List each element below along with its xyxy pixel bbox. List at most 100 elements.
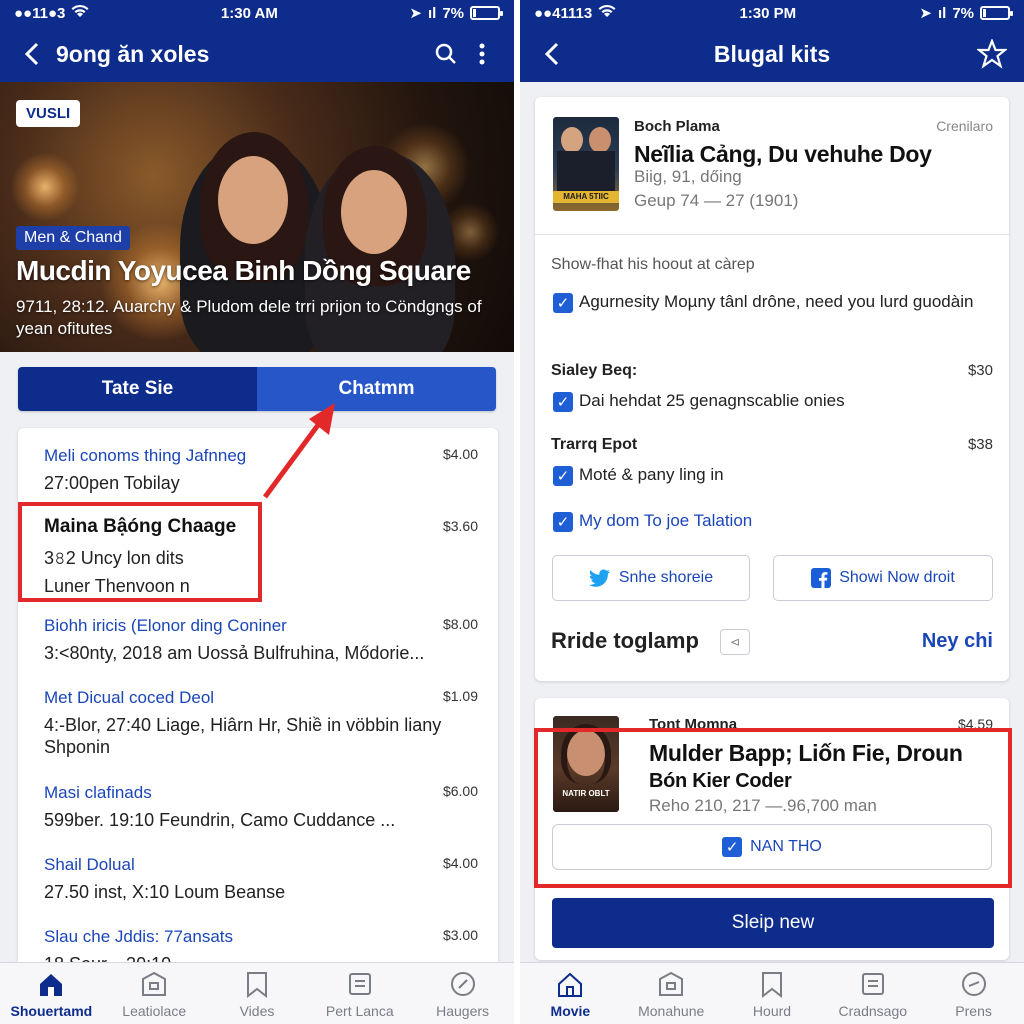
list-item-title: Slau che Jddis: 77ansats (44, 927, 234, 946)
bottom-nav: Shouertamd Leatiolace Vides Pert Lanca H… (0, 962, 514, 1024)
compass-icon (961, 971, 986, 996)
movie-poster: MAHA 5TIIC (553, 117, 619, 211)
list-item-title: Met Dicual coced Deol (44, 688, 215, 707)
bookmark-icon (246, 971, 267, 998)
nav-item-monahune[interactable]: Monahune (621, 963, 722, 1024)
signal-icon: ıl (427, 4, 437, 22)
nav-item-haugers[interactable]: Haugers (411, 963, 514, 1024)
bottom-nav: Movie Monahune Hourd Cradnsago Prens (520, 962, 1024, 1024)
list-item[interactable]: Met Dicual coced Deol $1.09 4:-Blor, 27:… (18, 678, 498, 778)
app-bar: Blugal kits (520, 26, 1024, 82)
hero-banner[interactable]: VUSLI Men & Chand Mucdin Yoyucea Binh Dồ… (0, 82, 514, 352)
list-item-subtitle: 3:<80nty, 2018 am Uossả Bulfruhina, Mődo… (44, 643, 425, 663)
option-label: Moté & pany ling in (579, 465, 724, 484)
facebook-share-button[interactable]: Showi Now droit (773, 555, 993, 601)
battery-percent: 7% (442, 4, 464, 22)
section-price: $38 (967, 436, 993, 453)
list-item-subtitle: 4:-Blor, 27:40 Liage, Hiârn Hr, Shiề in … (44, 715, 442, 757)
row-link[interactable]: Ney chi (922, 630, 993, 653)
location-icon: ➤ (919, 5, 932, 22)
option-label: My dom To joe Talation (579, 511, 753, 530)
row-title: Rride toglamp (551, 628, 699, 653)
nav-label: Pert Lanca (325, 1002, 394, 1019)
carrier-label: ●●11●3 (14, 4, 66, 22)
nav-label: Movie (550, 1002, 591, 1019)
page-title: Blugal kits (713, 40, 831, 67)
facebook-icon (811, 568, 832, 588)
hero-title: Mucdin Yoyucea Binh Dồng Square (16, 255, 471, 286)
list-item[interactable]: Shail Dolual $4.00 27.50 inst, X:10 Loum… (18, 845, 498, 917)
back-arrow-icon[interactable] (14, 36, 50, 72)
list-item-subtitle: 27.50 inst, X:10 Loum Beanse (44, 882, 286, 902)
list-item-title: Shail Dolual (44, 855, 135, 874)
status-bar: ●●41113 1:30 PM ➤ ıl 7% (520, 0, 1024, 26)
card-meta: Biig, 91, dőing (634, 167, 742, 186)
nav-item-movie[interactable]: Movie (520, 963, 621, 1024)
right-phone-screen: ●●41113 1:30 PM ➤ ıl 7% Blugal kits MAHA… (520, 0, 1024, 1024)
back-arrow-icon[interactable] (534, 36, 570, 72)
list-item-title: Biohh iricis (Elonor ding Coniner (44, 616, 287, 635)
status-time: 1:30 AM (220, 4, 278, 22)
nav-label: Vides (239, 1002, 275, 1019)
nav-item-cradnsago[interactable]: Cradnsago (822, 963, 923, 1024)
twitter-share-button[interactable]: Snhe shoreie (552, 555, 750, 601)
wifi-icon (71, 4, 89, 22)
checkbox-checked[interactable]: ✓ (553, 293, 573, 313)
checkbox-checked[interactable]: ✓ (553, 512, 573, 532)
tab-tate-sie[interactable]: Tate Sie (18, 367, 257, 411)
checkbox-checked[interactable]: ✓ (553, 392, 573, 412)
more-vert-icon[interactable] (464, 36, 500, 72)
hero-badge: VUSLI (16, 100, 81, 127)
nav-item-prens[interactable]: Prens (923, 963, 1024, 1024)
battery-icon (470, 6, 503, 20)
nav-label: Prens (955, 1002, 992, 1019)
nav-label: Haugers (436, 1002, 490, 1019)
card-meta: Geup 74 — 27 (1901) (634, 191, 799, 210)
bookmark-icon (761, 971, 782, 998)
section-label: Trarrq Epot (551, 436, 638, 453)
light-glow (10, 152, 80, 222)
nav-item-vides[interactable]: Vides (206, 963, 309, 1024)
page-title: 9ong ăn xoles (56, 40, 210, 67)
list-item-subtitle: 599ber. 19:10 Feundrin, Camo Cuddance ..… (44, 810, 396, 830)
card-title: Neĩlia Cảng, Du vehuhe Doy (634, 141, 932, 167)
list-item[interactable]: Masi clafinads $6.00 599ber. 19:10 Feund… (18, 773, 498, 845)
poster-label: MAHA 5TIIC (553, 191, 619, 203)
nav-item-hourd[interactable]: Hourd (722, 963, 823, 1024)
list-item[interactable]: Biohh iricis (Elonor ding Coniner $8.00 … (18, 606, 498, 684)
divider (535, 234, 1009, 235)
highlight-box (18, 502, 262, 602)
annotation-arrow (262, 403, 335, 499)
nav-item-pert-lanca[interactable]: Pert Lanca (308, 963, 411, 1024)
card-kicker: Boch Plama (634, 118, 720, 135)
option-label: Dai hehdat 25 genagnscablie onies (579, 391, 845, 410)
carrier-label: ●●41113 (534, 4, 593, 22)
list-item-price: $6.00 (442, 783, 478, 799)
tag-icon[interactable]: ⊲ (720, 629, 750, 655)
highlight-box (534, 728, 1012, 888)
status-bar: ●●11●3 1:30 AM ➤ ıl 7% (0, 0, 514, 26)
nav-item-leatiolace[interactable]: Leatiolace (103, 963, 206, 1024)
hero-genre-tag: Men & Chand (16, 226, 130, 250)
movie-detail-card: MAHA 5TIIC Boch Plama Crenilaro Neĩlia C… (535, 97, 1009, 681)
left-phone-screen: ●●11●3 1:30 AM ➤ ıl 7% 9ong ăn xoles VUS… (0, 0, 514, 1024)
search-icon[interactable] (428, 36, 464, 72)
star-icon[interactable] (974, 36, 1010, 72)
home-icon (40, 973, 63, 996)
box-icon (659, 971, 684, 996)
battery-percent: 7% (952, 4, 974, 22)
share-label: Showi Now droit (839, 569, 955, 586)
compass-icon (450, 971, 475, 996)
primary-action-button[interactable]: Sleip new (552, 898, 994, 948)
location-icon: ➤ (409, 5, 422, 22)
list-item-title: Masi clafinads (44, 783, 152, 802)
signal-icon: ıl (937, 4, 947, 22)
ticket-icon (348, 972, 371, 995)
section-price: $30 (967, 362, 993, 379)
nav-label: Leatiolace (122, 1002, 187, 1019)
wifi-icon (598, 4, 616, 22)
checkbox-checked[interactable]: ✓ (553, 466, 573, 486)
nav-item-home[interactable]: Shouertamd (0, 963, 103, 1024)
nav-label: Cradnsago (838, 1002, 908, 1019)
section-label: Sialey Beq: (551, 362, 638, 379)
